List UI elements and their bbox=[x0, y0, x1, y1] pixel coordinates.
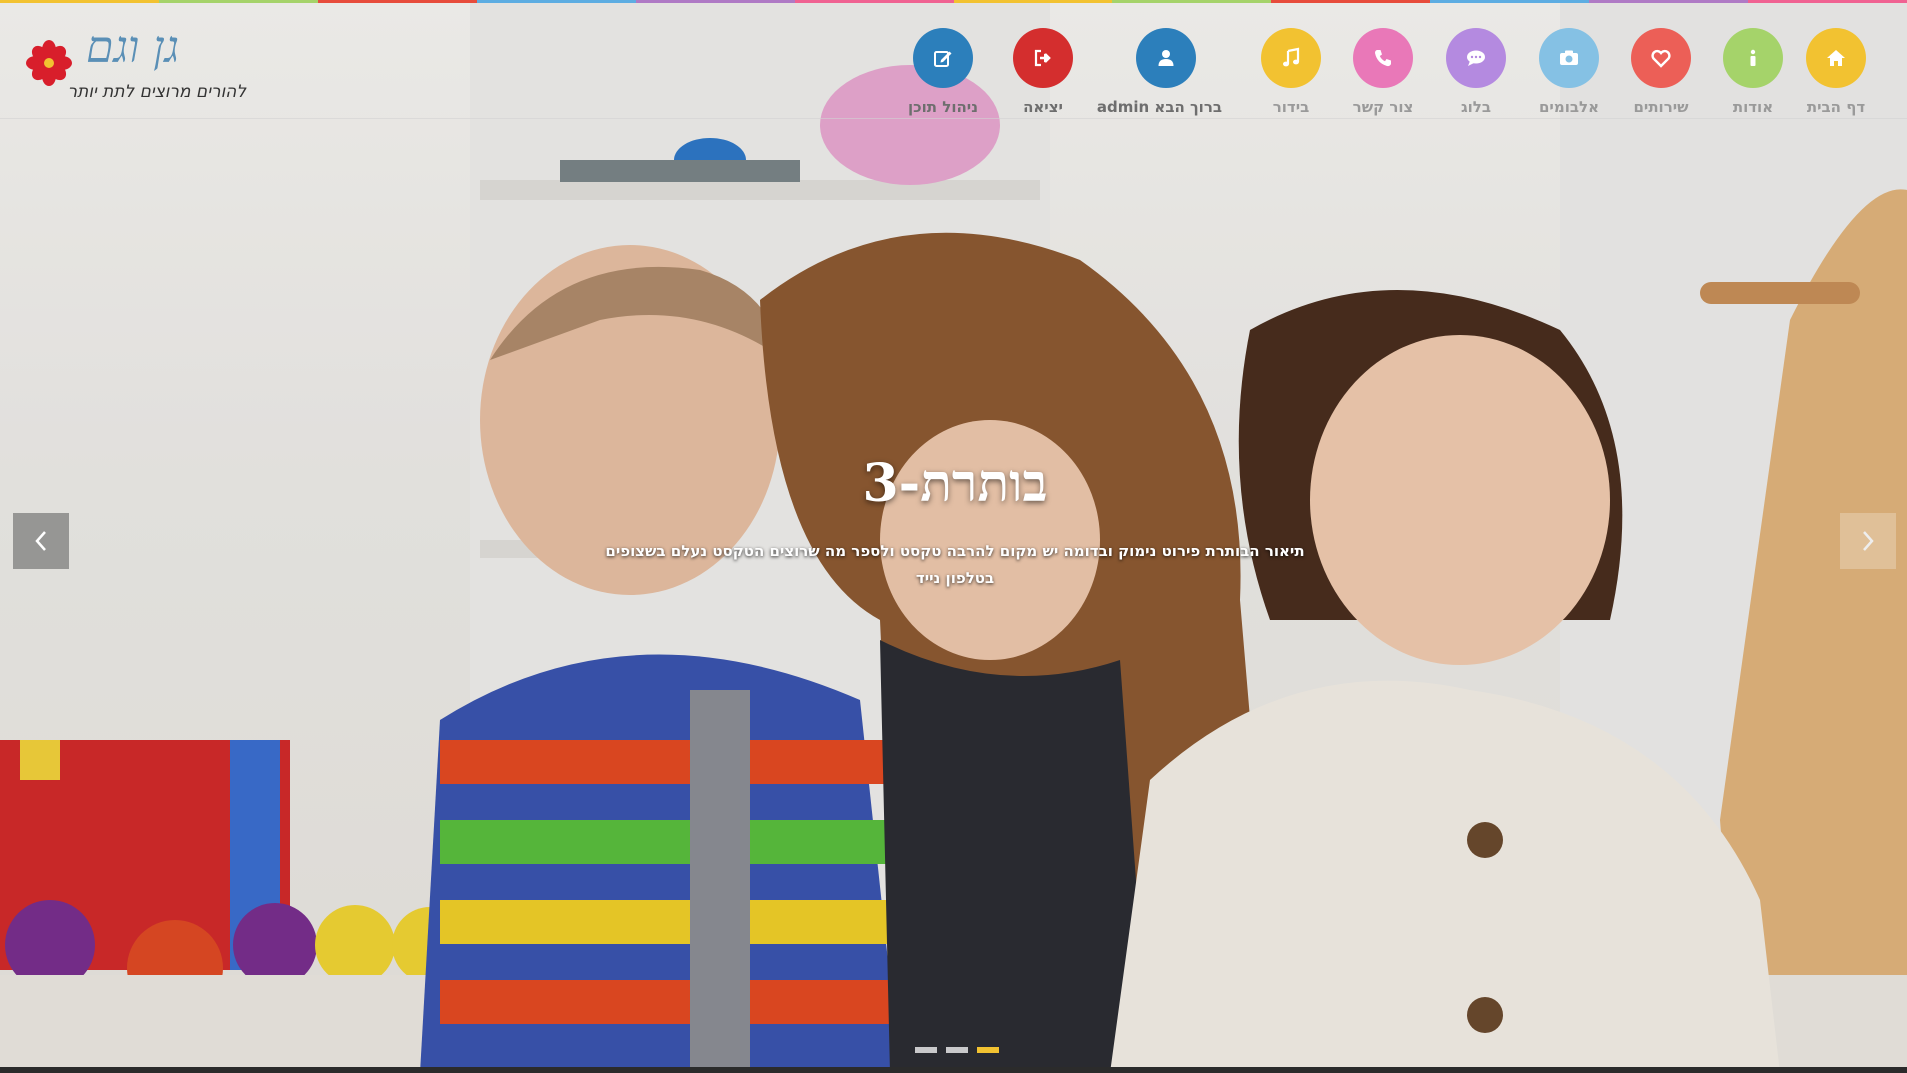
phone-icon bbox=[1375, 50, 1391, 67]
flower-icon bbox=[26, 40, 72, 86]
slider-indicators bbox=[915, 1047, 999, 1053]
site-logo[interactable]: גן וגם להורים מרוצים לתת יותר bbox=[22, 22, 246, 110]
user-icon bbox=[1158, 50, 1174, 66]
nav-albums-circle[interactable] bbox=[1539, 28, 1599, 88]
nav-services-circle[interactable] bbox=[1631, 28, 1691, 88]
brand-title: גן וגם bbox=[86, 22, 179, 73]
stripe-segment bbox=[1112, 0, 1272, 3]
slide-description: תיאור הבותרת פירוט נימוק ובדומה יש מקום … bbox=[605, 542, 1305, 588]
info-icon bbox=[1750, 49, 1756, 66]
nav-about-circle[interactable] bbox=[1723, 28, 1783, 88]
nav-contact-circle[interactable] bbox=[1353, 28, 1413, 88]
slide-caption: בותרת-3 תיאור הבותרת פירוט נימוק ובדומה … bbox=[590, 455, 1320, 592]
heart-icon bbox=[1651, 49, 1671, 68]
nav-entertainment-circle[interactable] bbox=[1261, 28, 1321, 88]
stripe-segment bbox=[0, 0, 159, 3]
nav-entertainment-label: בידור bbox=[1272, 98, 1310, 116]
slider-dot[interactable] bbox=[915, 1047, 937, 1053]
bottom-bar bbox=[0, 1067, 1907, 1073]
slider-dot[interactable] bbox=[977, 1047, 999, 1053]
edit-icon bbox=[934, 51, 952, 67]
nav-content-management-circle[interactable] bbox=[913, 28, 973, 88]
stripe-segment bbox=[1271, 0, 1431, 3]
site-header: גן וגם להורים מרוצים לתת יותר דף הבית או… bbox=[0, 0, 1907, 119]
slider-next-button[interactable] bbox=[1840, 513, 1896, 569]
slider-dot[interactable] bbox=[946, 1047, 968, 1053]
stripe-segment bbox=[794, 0, 954, 3]
nav-home-circle[interactable] bbox=[1806, 28, 1866, 88]
nav-logout-circle[interactable] bbox=[1013, 28, 1073, 88]
nav-logout[interactable]: יציאה bbox=[988, 28, 1098, 116]
stripe-segment bbox=[158, 0, 318, 3]
nav-welcome-admin-label: ברוך הבא admin bbox=[1096, 98, 1222, 116]
stripe-segment bbox=[1748, 0, 1907, 3]
slider-prev-button[interactable] bbox=[13, 513, 69, 569]
stripe-segment bbox=[317, 0, 477, 3]
stripe-segment bbox=[1589, 0, 1749, 3]
chevron-left-icon bbox=[35, 531, 46, 551]
home-icon bbox=[1827, 50, 1845, 66]
nav-content-management[interactable]: ניהול תוכן bbox=[888, 28, 998, 116]
stripe-segment bbox=[953, 0, 1113, 3]
color-stripe bbox=[0, 0, 1907, 3]
stripe-segment bbox=[635, 0, 795, 3]
chat-icon bbox=[1467, 50, 1485, 66]
logout-icon bbox=[1034, 49, 1051, 67]
nav-welcome-admin-circle[interactable] bbox=[1136, 28, 1196, 88]
nav-entertainment[interactable]: בידור bbox=[1236, 28, 1346, 116]
nav-welcome-admin[interactable]: ברוך הבא admin bbox=[1096, 28, 1222, 116]
nav-logout-label: יציאה bbox=[1023, 98, 1063, 116]
stripe-segment bbox=[1430, 0, 1590, 3]
brand-tagline: להורים מרוצים לתת יותר bbox=[67, 82, 246, 102]
music-icon bbox=[1283, 47, 1300, 67]
chevron-right-icon bbox=[1863, 531, 1874, 551]
stripe-segment bbox=[476, 0, 636, 3]
camera-icon bbox=[1560, 50, 1578, 65]
slide-title: בותרת-3 bbox=[862, 453, 1048, 514]
nav-content-management-label: ניהול תוכן bbox=[907, 98, 978, 116]
nav-blog-circle[interactable] bbox=[1446, 28, 1506, 88]
